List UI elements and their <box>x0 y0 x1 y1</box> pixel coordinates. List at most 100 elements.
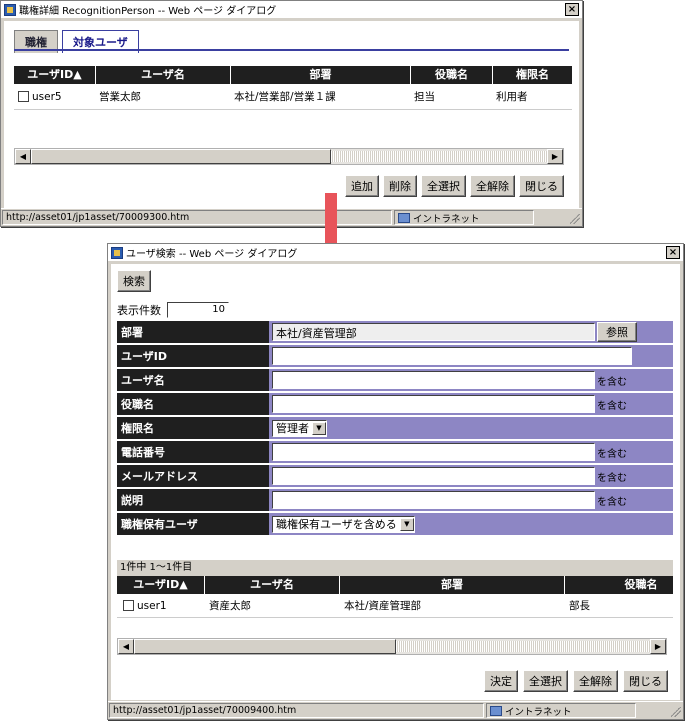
dept-label: 部署 <box>117 321 269 343</box>
position-label: 役職名 <box>117 393 269 415</box>
status-bar: http://asset01/jp1asset/70009400.htm イント… <box>108 701 683 719</box>
userid-field[interactable] <box>272 347 632 365</box>
scroll-right-icon[interactable]: ▶ <box>547 149 563 164</box>
email-label: メールアドレス <box>117 465 269 487</box>
col-position[interactable]: 役職名 <box>411 66 493 84</box>
resize-grip-icon[interactable] <box>637 702 683 719</box>
col-dept[interactable]: 部署 <box>340 576 565 594</box>
horizontal-scrollbar[interactable]: ◀ ▶ <box>14 148 564 165</box>
tab-underline <box>14 49 569 51</box>
dialog-title: 職権詳細 RecognitionPerson -- Web ページ ダイアログ <box>19 6 277 17</box>
close-icon[interactable]: × <box>666 246 680 259</box>
dialog-body: 検索 表示件数 10 部署 本社/資産管理部 参照 ユーザID ユーザ名 を含む … <box>111 264 680 700</box>
decide-button[interactable]: 決定 <box>484 670 518 692</box>
contains-label: を含む <box>597 400 627 412</box>
select-all-button[interactable]: 全選択 <box>421 175 466 197</box>
deselect-all-button[interactable]: 全解除 <box>573 670 618 692</box>
display-count-label: 表示件数 <box>117 304 161 317</box>
search-button[interactable]: 検索 <box>117 270 151 292</box>
col-dept[interactable]: 部署 <box>231 66 411 84</box>
status-zone: イントラネット <box>413 213 480 225</box>
dept-field: 本社/資産管理部 <box>272 323 595 341</box>
col-username[interactable]: ユーザ名 <box>96 66 231 84</box>
phone-label: 電話番号 <box>117 441 269 463</box>
status-bar: http://asset01/jp1asset/70009300.htm イント… <box>1 208 582 226</box>
role-select[interactable]: 管理者 ▼ <box>272 419 327 437</box>
contains-label: を含む <box>597 448 627 460</box>
desc-field[interactable] <box>272 491 595 509</box>
resize-grip-icon[interactable] <box>535 209 582 226</box>
scroll-right-icon[interactable]: ▶ <box>650 639 666 654</box>
row-checkbox[interactable] <box>123 600 134 611</box>
horizontal-scrollbar[interactable]: ◀ ▶ <box>117 638 667 655</box>
holder-select-value: 職権保有ユーザを含める <box>276 518 397 531</box>
close-button[interactable]: 閉じる <box>519 175 564 197</box>
table-header: ユーザID▲ ユーザ名 部署 役職名 <box>117 576 673 594</box>
recognition-detail-dialog: 職権詳細 RecognitionPerson -- Web ページ ダイアログ … <box>0 0 583 227</box>
cell-userid: user5 <box>32 90 62 103</box>
row-checkbox[interactable] <box>18 91 29 102</box>
col-username[interactable]: ユーザ名 <box>205 576 340 594</box>
position-field[interactable] <box>272 395 595 413</box>
intranet-icon <box>398 212 410 223</box>
display-count: 表示件数 10 <box>117 302 229 318</box>
table-row: user5 営業太郎 本社/営業部/営業１課 担当 利用者 <box>14 84 572 110</box>
cell-userid: user1 <box>137 599 167 612</box>
close-button[interactable]: 閉じる <box>623 670 668 692</box>
username-field[interactable] <box>272 371 595 389</box>
dialog-body: 職権 対象ユーザ ユーザID▲ ユーザ名 部署 役職名 権限名 user5 営業… <box>4 21 579 208</box>
result-table: ユーザID▲ ユーザ名 部署 役職名 user1 資産太郎 本社/資産管理部 部… <box>117 576 673 618</box>
contains-label: を含む <box>597 496 627 508</box>
scroll-left-icon[interactable]: ◀ <box>15 149 31 164</box>
button-bar: 追加 削除 全選択 全解除 閉じる <box>345 175 564 197</box>
contains-label: を含む <box>597 376 627 388</box>
ie-dialog-icon <box>111 246 123 259</box>
scroll-thumb[interactable] <box>31 149 331 164</box>
delete-button[interactable]: 削除 <box>383 175 417 197</box>
col-userid[interactable]: ユーザID▲ <box>117 576 205 594</box>
desc-label: 説明 <box>117 489 269 511</box>
intranet-icon <box>490 705 502 716</box>
email-field[interactable] <box>272 467 595 485</box>
table-header: ユーザID▲ ユーザ名 部署 役職名 権限名 <box>14 66 572 84</box>
cell-position: 担当 <box>414 91 435 103</box>
add-button[interactable]: 追加 <box>345 175 379 197</box>
username-label: ユーザ名 <box>117 369 269 391</box>
role-select-value: 管理者 <box>276 422 309 435</box>
scroll-left-icon[interactable]: ◀ <box>118 639 134 654</box>
dialog-title: ユーザ検索 -- Web ページ ダイアログ <box>126 249 298 260</box>
dialog-titlebar: 職権詳細 RecognitionPerson -- Web ページ ダイアログ … <box>1 1 582 19</box>
search-form: 部署 本社/資産管理部 参照 ユーザID ユーザ名 を含む 役職名 を含む 権限名… <box>117 321 673 537</box>
cell-dept: 本社/資産管理部 <box>344 600 422 612</box>
ref-button[interactable]: 参照 <box>597 322 637 342</box>
col-role[interactable]: 権限名 <box>493 66 572 84</box>
cell-position: 部長 <box>569 600 590 612</box>
cell-dept: 本社/営業部/営業１課 <box>234 91 336 103</box>
display-count-input[interactable]: 10 <box>167 302 229 318</box>
chevron-down-icon[interactable]: ▼ <box>399 517 414 531</box>
ie-dialog-icon <box>4 3 16 16</box>
user-table: ユーザID▲ ユーザ名 部署 役職名 権限名 user5 営業太郎 本社/営業部… <box>14 66 572 110</box>
chevron-down-icon[interactable]: ▼ <box>312 421 326 435</box>
col-userid[interactable]: ユーザID▲ <box>14 66 96 84</box>
holder-label: 職権保有ユーザ <box>117 513 269 535</box>
close-icon[interactable]: × <box>565 3 579 16</box>
cell-role: 利用者 <box>496 91 528 103</box>
table-row: user1 資産太郎 本社/資産管理部 部長 <box>117 594 673 618</box>
dialog-titlebar: ユーザ検索 -- Web ページ ダイアログ × <box>108 244 683 262</box>
result-count: 1件中 1〜1件目 <box>117 560 673 576</box>
deselect-all-button[interactable]: 全解除 <box>470 175 515 197</box>
button-bar: 決定 全選択 全解除 閉じる <box>484 670 668 692</box>
holder-select[interactable]: 職権保有ユーザを含める ▼ <box>272 515 415 533</box>
status-url: http://asset01/jp1asset/70009400.htm <box>109 703 484 718</box>
role-label: 権限名 <box>117 417 269 439</box>
user-search-dialog: ユーザ検索 -- Web ページ ダイアログ × 検索 表示件数 10 部署 本… <box>107 243 684 720</box>
col-position[interactable]: 役職名 <box>565 576 673 594</box>
userid-label: ユーザID <box>117 345 269 367</box>
scroll-thumb[interactable] <box>134 639 396 654</box>
contains-label: を含む <box>597 472 627 484</box>
phone-field[interactable] <box>272 443 595 461</box>
cell-username: 資産太郎 <box>209 600 251 612</box>
cell-username: 営業太郎 <box>99 91 141 103</box>
select-all-button[interactable]: 全選択 <box>523 670 568 692</box>
